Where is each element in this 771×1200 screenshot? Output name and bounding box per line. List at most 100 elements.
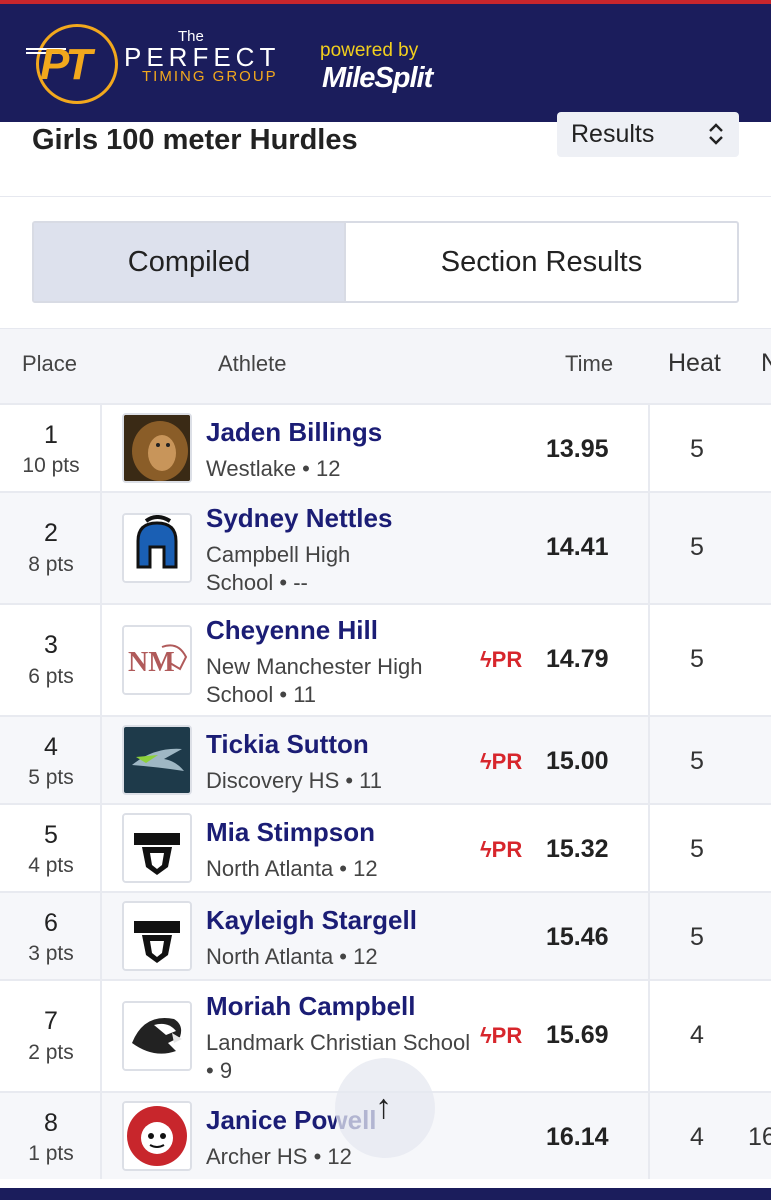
column-divider [648, 717, 650, 803]
place-number: 4 [44, 733, 58, 761]
place-points: 1 pts [28, 1142, 74, 1165]
column-divider [648, 605, 650, 715]
athlete-school: Archer HS • 12 [206, 1144, 352, 1169]
col-extra[interactable]: N [761, 349, 771, 378]
heat-number: 5 [690, 835, 704, 863]
athlete-name-link[interactable]: Cheyenne Hill [206, 615, 378, 646]
column-divider [648, 493, 650, 603]
table-row[interactable]: 4 5 pts Tickia Sutton Discovery HS • 11 … [0, 715, 771, 803]
results-table: Place Athlete Time Heat N 1 10 pts Jaden… [0, 328, 771, 1179]
athlete-name-link[interactable]: Mia Stimpson [206, 817, 375, 848]
archer-tigers-icon [122, 1101, 192, 1171]
place-cell: 2 8 pts [0, 493, 102, 603]
column-divider [648, 981, 650, 1091]
col-heat[interactable]: Heat [668, 349, 721, 378]
perfect-timing-logo[interactable]: PT [40, 40, 92, 90]
place-number: 3 [44, 631, 58, 659]
table-row[interactable]: 2 8 pts Sydney Nettles Campbell High Sch… [0, 491, 771, 603]
warriors-icon [122, 813, 192, 883]
column-divider [648, 405, 650, 491]
athlete-school: Discovery HS • 11 [206, 768, 383, 793]
powered-by-label: powered by [320, 40, 419, 61]
extra-column-value: 16 [748, 1123, 771, 1151]
event-title: Girls 100 meter Hurdles [32, 124, 358, 156]
athlete-school: Landmark Christian School • 9 [206, 1030, 471, 1083]
place-points: 8 pts [28, 553, 74, 576]
discovery-icon [122, 725, 192, 795]
next-row-peek [0, 1188, 771, 1200]
milesplit-logo[interactable]: MileSplit [322, 62, 433, 95]
updown-chevron-icon [709, 123, 723, 145]
lightning-icon: ϟ [480, 837, 492, 862]
heat-number: 5 [690, 645, 704, 673]
place-cell: 4 5 pts [0, 717, 102, 803]
result-time: 13.95 [546, 435, 609, 463]
pr-badge: ϟPR [480, 837, 523, 862]
athlete-school: New Manchester High School • 11 [206, 654, 423, 707]
athlete-name-link[interactable]: Tickia Sutton [206, 729, 369, 760]
pr-badge: ϟPR [480, 1023, 523, 1048]
place-cell: 8 1 pts [0, 1093, 102, 1179]
table-row[interactable]: 6 3 pts Kayleigh Stargell North Atlanta … [0, 891, 771, 979]
place-number: 6 [44, 909, 58, 937]
tab-section-results[interactable]: Section Results [346, 223, 737, 301]
heat-number: 4 [690, 1123, 704, 1151]
place-points: 5 pts [28, 766, 74, 789]
site-header: PT The PERFECT TIMING GROUP powered by M… [0, 0, 771, 122]
athlete-name-link[interactable]: Sydney Nettles [206, 503, 392, 534]
column-divider [648, 893, 650, 979]
lightning-icon: ϟ [480, 749, 492, 774]
table-row[interactable]: 5 4 pts Mia Stimpson North Atlanta • 12 … [0, 803, 771, 891]
lion-icon [122, 413, 192, 483]
brand-timing-group: TIMING GROUP [142, 68, 278, 85]
athlete-name-link[interactable]: Jaden Billings [206, 417, 382, 448]
table-row[interactable]: 1 10 pts Jaden Billings Westlake • 12 13… [0, 403, 771, 491]
result-time: 15.46 [546, 923, 609, 951]
table-row[interactable]: 3 6 pts NM Cheyenne Hill New Manchester … [0, 603, 771, 715]
column-divider [648, 1093, 650, 1179]
col-athlete[interactable]: Athlete [218, 351, 287, 377]
place-points: 4 pts [28, 854, 74, 877]
view-select[interactable]: Results [557, 112, 739, 157]
place-number: 7 [44, 1007, 58, 1035]
divider [0, 196, 771, 197]
result-time: 15.69 [546, 1021, 609, 1049]
athlete-school: North Atlanta • 12 [206, 944, 378, 969]
place-points: 10 pts [22, 454, 80, 477]
result-time: 15.00 [546, 747, 609, 775]
arrow-up-icon: ↑ [375, 1088, 392, 1126]
place-number: 1 [44, 421, 58, 449]
athlete-school: Westlake • 12 [206, 456, 341, 481]
athlete-name-link[interactable]: Moriah Campbell [206, 991, 415, 1022]
scroll-to-top-button[interactable]: ↑ [335, 1058, 435, 1158]
spartan-icon [122, 513, 192, 583]
heat-number: 5 [690, 747, 704, 775]
nm-panther-icon: NM [122, 625, 192, 695]
place-number: 5 [44, 821, 58, 849]
place-points: 6 pts [28, 665, 74, 688]
pr-badge: ϟPR [480, 749, 523, 774]
heat-number: 5 [690, 923, 704, 951]
view-select-value: Results [571, 120, 655, 148]
place-number: 2 [44, 519, 58, 547]
column-divider [648, 805, 650, 891]
athlete-school: Campbell High School • -- [206, 542, 351, 595]
athlete-name-link[interactable]: Kayleigh Stargell [206, 905, 417, 936]
result-time: 14.79 [546, 645, 609, 673]
lightning-icon: ϟ [480, 647, 492, 672]
table-header: Place Athlete Time Heat N [0, 328, 771, 403]
result-time: 16.14 [546, 1123, 609, 1151]
result-time: 14.41 [546, 533, 609, 561]
tab-compiled[interactable]: Compiled [34, 223, 346, 301]
col-place[interactable]: Place [22, 351, 77, 377]
place-points: 2 pts [28, 1041, 74, 1064]
place-cell: 1 10 pts [0, 405, 102, 491]
place-cell: 3 6 pts [0, 605, 102, 715]
col-time[interactable]: Time [565, 351, 613, 377]
heat-number: 5 [690, 533, 704, 561]
athlete-school: North Atlanta • 12 [206, 856, 378, 881]
results-tabs: Compiled Section Results [32, 221, 739, 303]
place-cell: 6 3 pts [0, 893, 102, 979]
place-cell: 7 2 pts [0, 981, 102, 1091]
result-time: 15.32 [546, 835, 609, 863]
